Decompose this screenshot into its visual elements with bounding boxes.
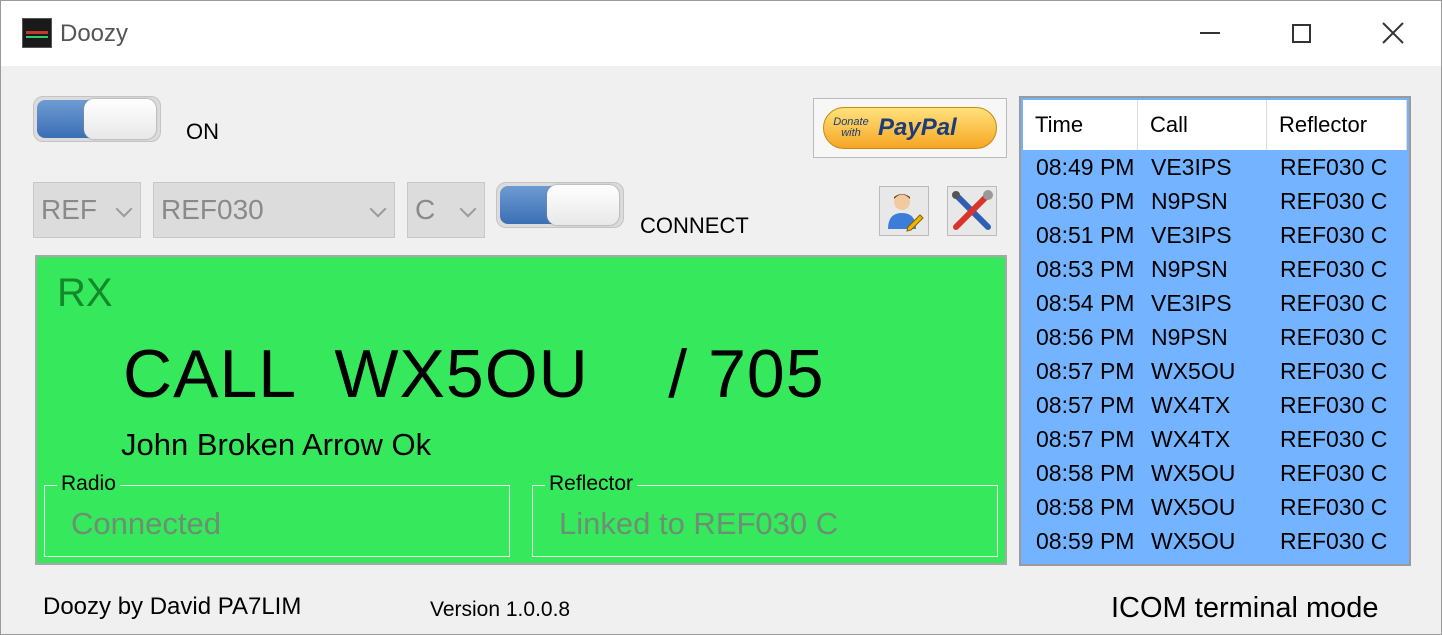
table-row[interactable]: 08:56 PM N9PSN REF030 C <box>1023 320 1407 354</box>
column-header-call[interactable]: Call <box>1138 100 1267 150</box>
radio-group-title: Radio <box>57 472 120 496</box>
cell-call: VE3IPS <box>1151 154 1232 180</box>
reflector-select[interactable]: REF030 <box>153 182 395 238</box>
tools-icon <box>952 190 993 230</box>
module-value: C <box>415 194 436 225</box>
cell-time: 08:57 PM <box>1036 392 1135 418</box>
cell-call: WX5OU <box>1151 460 1236 486</box>
column-header-time[interactable]: Time <box>1023 100 1138 150</box>
cell-call: N9PSN <box>1151 256 1228 282</box>
window-title: Doozy <box>60 20 129 47</box>
connect-toggle[interactable] <box>496 182 624 228</box>
cell-call: WX4TX <box>1151 392 1231 418</box>
table-row[interactable]: 08:58 PM WX5OU REF030 C <box>1023 490 1407 524</box>
cell-reflector: REF030 C <box>1280 358 1388 384</box>
paypal-word: PayPal <box>878 114 957 141</box>
power-toggle[interactable] <box>33 96 161 142</box>
cell-call: WX4TX <box>1151 426 1231 452</box>
rx-panel: RX CALL WX5OU / 705 John Broken Arrow Ok… <box>35 255 1007 565</box>
cell-reflector: REF030 C <box>1280 460 1388 486</box>
cell-time: 08:49 PM <box>1036 154 1135 180</box>
cell-time: 08:56 PM <box>1036 324 1135 350</box>
cell-reflector: REF030 C <box>1280 188 1388 214</box>
mode-text: ICOM terminal mode <box>1111 592 1379 624</box>
cell-reflector: REF030 C <box>1280 222 1388 248</box>
operator-name: John Broken Arrow Ok <box>121 427 432 462</box>
cell-time: 08:54 PM <box>1036 290 1135 316</box>
cell-reflector: REF030 C <box>1280 392 1388 418</box>
toggle-knob[interactable] <box>547 185 619 225</box>
cell-call: N9PSN <box>1151 324 1228 350</box>
cell-reflector: REF030 C <box>1280 494 1388 520</box>
cell-time: 08:51 PM <box>1036 222 1135 248</box>
module-select[interactable]: C <box>407 182 485 238</box>
cell-call: VE3IPS <box>1151 222 1232 248</box>
table-header: Time Call Reflector <box>1023 100 1407 150</box>
table-body: 08:49 PM VE3IPS REF030 C 08:50 PM N9PSN REF03… <box>1023 150 1407 558</box>
activity-log-table[interactable]: Time Call Reflector 08:49 PM VE3IPS REF030… <box>1019 96 1411 566</box>
power-label: ON <box>186 119 219 144</box>
chevron-down-icon <box>459 200 477 218</box>
maximize-button[interactable] <box>1271 10 1331 56</box>
cell-reflector: REF030 C <box>1280 426 1388 452</box>
cell-call: N9PSN <box>1151 188 1228 214</box>
cell-call: WX5OU <box>1151 528 1236 554</box>
user-edit-icon <box>888 194 924 232</box>
cell-time: 08:58 PM <box>1036 494 1135 520</box>
radio-status: Connected <box>71 506 221 541</box>
table-row[interactable]: 08:54 PM VE3IPS REF030 C <box>1023 286 1407 320</box>
table-row[interactable]: 08:59 PM WX5OU REF030 C <box>1023 524 1407 558</box>
paypal-small-text: Donate with <box>833 116 869 139</box>
minimize-button[interactable] <box>1180 10 1240 56</box>
reflector-type-select[interactable]: REF <box>33 182 141 238</box>
table-row[interactable]: 08:50 PM N9PSN REF030 C <box>1023 184 1407 218</box>
cell-reflector: REF030 C <box>1280 256 1388 282</box>
reflector-group-title: Reflector <box>545 472 638 496</box>
reflector-value: REF030 <box>161 194 264 225</box>
chevron-down-icon <box>369 200 387 218</box>
reflector-status-group: Reflector Linked to REF030 C <box>532 472 998 557</box>
cell-time: 08:53 PM <box>1036 256 1135 282</box>
cell-reflector: REF030 C <box>1280 290 1388 316</box>
callsign-display: CALL WX5OU / 705 <box>123 336 825 412</box>
close-button[interactable] <box>1363 10 1423 56</box>
cell-reflector: REF030 C <box>1280 528 1388 554</box>
cell-call: WX5OU <box>1151 358 1236 384</box>
minimize-icon <box>1200 32 1220 34</box>
paypal-logo: Donate with PayPal <box>823 107 997 149</box>
paypal-donate-button[interactable]: Donate with PayPal <box>813 98 1007 158</box>
settings-button[interactable] <box>947 186 997 236</box>
table-row[interactable]: 08:58 PM WX5OU REF030 C <box>1023 456 1407 490</box>
rx-label: RX <box>57 271 113 315</box>
toggle-knob[interactable] <box>84 99 156 139</box>
cell-time: 08:57 PM <box>1036 358 1135 384</box>
close-icon <box>1382 22 1404 44</box>
table-row[interactable]: 08:49 PM VE3IPS REF030 C <box>1023 150 1407 184</box>
table-row[interactable]: 08:53 PM N9PSN REF030 C <box>1023 252 1407 286</box>
column-header-reflector[interactable]: Reflector <box>1267 100 1407 150</box>
cell-call: WX5OU <box>1151 494 1236 520</box>
cell-reflector: REF030 C <box>1280 324 1388 350</box>
connect-label: CONNECT <box>640 213 749 238</box>
reflector-type-value: REF <box>41 194 97 225</box>
cell-time: 08:50 PM <box>1036 188 1135 214</box>
radio-status-group: Radio Connected <box>44 472 510 557</box>
cell-reflector: REF030 C <box>1280 154 1388 180</box>
table-row[interactable]: 08:57 PM WX5OU REF030 C <box>1023 354 1407 388</box>
cell-time: 08:57 PM <box>1036 426 1135 452</box>
reflector-status: Linked to REF030 C <box>559 506 839 541</box>
credit-text: Doozy by David PA7LIM <box>43 593 302 620</box>
app-icon <box>22 18 52 48</box>
table-row[interactable]: 08:57 PM WX4TX REF030 C <box>1023 388 1407 422</box>
table-row[interactable]: 08:57 PM WX4TX REF030 C <box>1023 422 1407 456</box>
version-text: Version 1.0.0.8 <box>430 598 571 621</box>
chevron-down-icon <box>115 200 133 218</box>
table-row[interactable]: 08:51 PM VE3IPS REF030 C <box>1023 218 1407 252</box>
cell-call: VE3IPS <box>1151 290 1232 316</box>
maximize-icon <box>1291 23 1311 43</box>
cell-time: 08:58 PM <box>1036 460 1135 486</box>
cell-time: 08:59 PM <box>1036 528 1135 554</box>
user-edit-button[interactable] <box>879 186 929 236</box>
